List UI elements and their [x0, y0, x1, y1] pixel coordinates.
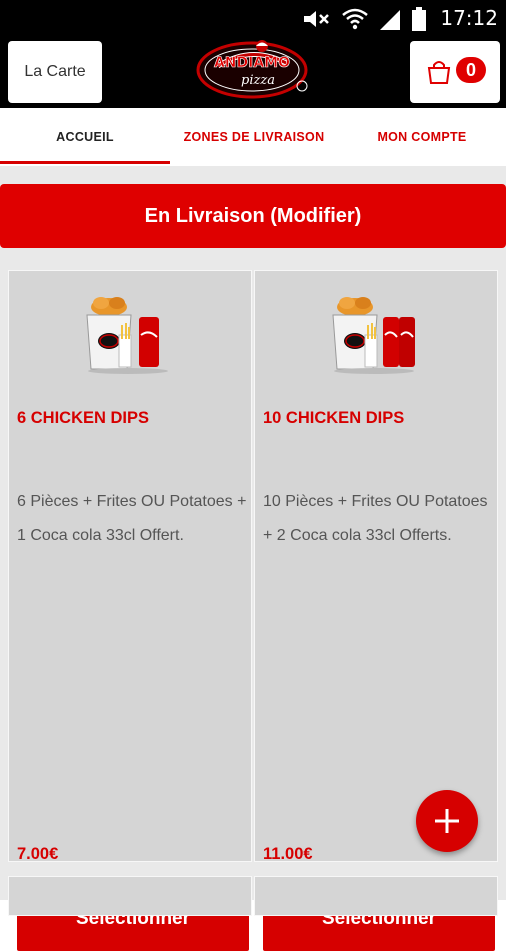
- product-price: 7.00€: [17, 845, 59, 863]
- product-card[interactable]: 6 CHICKEN DIPS 6 Pièces + Frites OU Pota…: [8, 270, 252, 951]
- main-content: En Livraison (Modifier) 6 CHICKEN DIPS 6…: [0, 166, 506, 951]
- menu-button[interactable]: La Carte: [8, 41, 102, 103]
- product-title: 10 CHICKEN DIPS: [263, 409, 405, 427]
- plus-icon: [435, 809, 459, 833]
- mute-icon: [304, 11, 329, 27]
- product-card[interactable]: 10 CHICKEN DIPS 10 Pièces + Frites OU Po…: [254, 270, 498, 951]
- status-bar: 17:12: [0, 0, 506, 36]
- app-bar: La Carte ANDIAMO pizza 0: [0, 36, 506, 108]
- signal-icon: [380, 10, 400, 30]
- add-fab-button[interactable]: [416, 790, 478, 852]
- svg-text:pizza: pizza: [241, 73, 275, 88]
- tab-mon-compte[interactable]: MON COMPTE: [338, 108, 506, 166]
- wifi-icon: [342, 8, 368, 30]
- product-card-next[interactable]: [8, 876, 252, 916]
- status-time: 17:12: [440, 6, 498, 30]
- product-description: 6 Pièces + Frites OU Potatoes + 1 Coca c…: [17, 493, 247, 544]
- cart-count-badge: 0: [456, 57, 486, 83]
- product-price: 11.00€: [263, 845, 313, 863]
- cart-button[interactable]: 0: [410, 41, 500, 103]
- tab-bar: ACCUEIL ZONES DE LIVRAISON MON COMPTE: [0, 108, 506, 272]
- chicken-bucket-image: [332, 297, 415, 374]
- delivery-mode-button[interactable]: En Livraison (Modifier): [0, 184, 506, 248]
- shopping-bag-icon: [427, 61, 451, 84]
- status-icons: [302, 7, 426, 31]
- andiamo-pizza-logo[interactable]: ANDIAMO pizza: [196, 36, 312, 102]
- tab-accueil[interactable]: ACCUEIL: [0, 108, 170, 166]
- battery-icon: [412, 7, 426, 31]
- product-title: 6 CHICKEN DIPS: [17, 409, 150, 427]
- product-card-next[interactable]: [254, 876, 498, 916]
- product-description: 10 Pièces + Frites OU Potatoes + 2 Coca …: [263, 493, 488, 544]
- chicken-bucket-image: [86, 297, 168, 374]
- tab-zones-de-livraison[interactable]: ZONES DE LIVRAISON: [170, 108, 338, 166]
- svg-text:ANDIAMO: ANDIAMO: [214, 55, 290, 71]
